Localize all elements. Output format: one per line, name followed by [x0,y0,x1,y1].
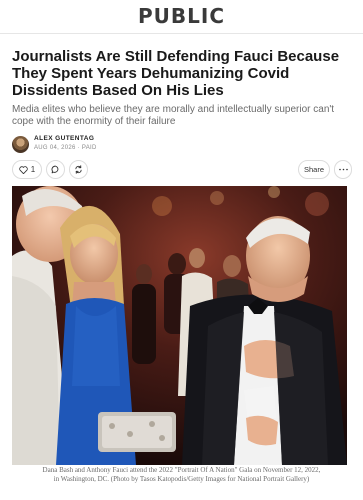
more-icon [338,168,348,171]
photo-caption: Dana Bash and Anthony Fauci attend the 2… [42,466,321,483]
byline: ALEX GUTENTAG AUG 04, 2026 · PAID [12,134,212,156]
post-date: AUG 04, 2026 · PAID [34,145,97,151]
comment-icon [51,165,60,174]
hero-photo[interactable] [12,186,347,465]
article-subtitle: Media elites who believe they are morall… [12,104,335,127]
restack-icon [74,165,83,174]
share-button[interactable]: Share [298,160,330,179]
header-divider [0,33,363,34]
like-button[interactable]: 1 [12,160,42,179]
heart-icon [19,165,28,174]
like-count: 1 [30,165,36,174]
author-name[interactable]: ALEX GUTENTAG [34,135,94,142]
action-bar: 1 Share [12,160,352,180]
author-avatar[interactable] [12,136,29,153]
site-logo[interactable]: PUBLIC [0,4,363,32]
more-button[interactable] [334,160,352,179]
restack-button[interactable] [69,160,88,179]
article-title: Journalists Are Still Defending Fauci Be… [12,48,340,99]
comment-button[interactable] [46,160,65,179]
